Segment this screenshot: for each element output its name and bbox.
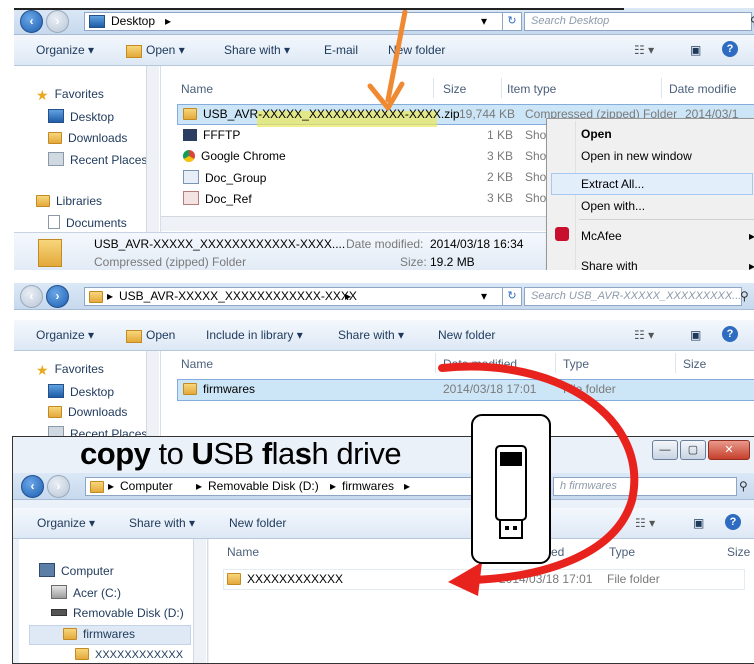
orange-arrow	[367, 9, 408, 111]
usb-flash-drive-icon	[471, 414, 551, 564]
annotation-overlay	[367, 9, 639, 596]
window-frame	[14, 0, 624, 10]
